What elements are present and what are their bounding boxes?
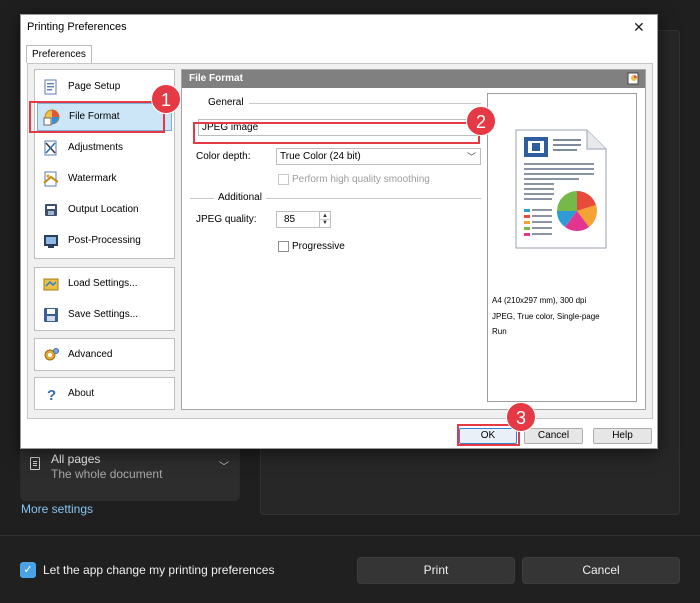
highlight-file-format-select [193, 122, 480, 144]
color-depth-label: Color depth: [196, 151, 251, 162]
output-preview: A4 (210x297 mm), 300 dpi JPEG, True colo… [487, 93, 637, 402]
sidebar-item-label: Advanced [68, 349, 113, 360]
step-badge-2: 2 [466, 106, 496, 136]
chevron-down-icon: ﹀ [219, 462, 229, 473]
post-processing-icon [44, 235, 58, 248]
progressive-label: Progressive [292, 241, 345, 252]
document-preview-icon [515, 129, 607, 249]
panel-header: File Format [182, 70, 645, 88]
let-app-change-checkbox[interactable]: ✓ [20, 562, 36, 578]
sidebar-item-label: About [68, 388, 95, 399]
printing-preferences-dialog: Printing Preferences ✕ Preferences Page … [20, 14, 658, 449]
sidebar-group-about: ? About [34, 377, 175, 410]
cancel-button[interactable]: Cancel [524, 428, 583, 444]
group-additional-label: Additional [218, 192, 262, 203]
tab-preferences[interactable]: Preferences [26, 45, 92, 63]
more-settings-link[interactable]: More settings [21, 502, 93, 516]
load-settings-icon [43, 278, 59, 291]
adjustments-icon [44, 140, 57, 156]
page-setup-icon [44, 79, 57, 95]
sidebar-item-label: Load Settings... [68, 278, 138, 289]
sidebar-item-label: Adjustments [68, 142, 124, 153]
file-format-panel: File Format General JPEG image Color dep… [181, 69, 646, 410]
smoothing-label: Perform high quality smoothing [292, 174, 430, 185]
progressive-checkbox[interactable] [278, 241, 289, 252]
jpeg-quality-value: 85 [284, 214, 296, 225]
sidebar-group-settings: Load Settings... Save Settings... [34, 267, 175, 331]
sidebar-item-save-settings[interactable]: Save Settings... [35, 301, 174, 329]
pages-dropdown-title: All pages [51, 452, 101, 466]
tab-strip: Preferences [21, 43, 657, 63]
group-general-divider [249, 103, 481, 104]
color-depth-value: True Color (24 bit) [280, 151, 361, 162]
watermark-icon [43, 171, 59, 187]
print-button[interactable]: Print [357, 557, 515, 584]
group-general-label: General [208, 97, 244, 108]
preview-run-info: Run [492, 327, 507, 336]
sidebar-item-label: Post-Processing [68, 235, 141, 246]
dialog-title: Printing Preferences [27, 21, 127, 33]
jpeg-quality-label: JPEG quality: [196, 214, 257, 225]
svg-text:?: ? [47, 387, 56, 403]
group-additional-divider-left [190, 198, 214, 199]
sidebar-item-output-location[interactable]: Output Location [35, 196, 174, 224]
file-format-icon [627, 72, 639, 85]
jpeg-quality-stepper[interactable]: 85 ▲ ▼ [276, 211, 331, 228]
chevron-down-icon: ﹀ [467, 152, 477, 162]
preview-paper-info: A4 (210x297 mm), 300 dpi [492, 296, 587, 305]
sidebar-item-label: Save Settings... [68, 309, 139, 320]
save-settings-icon [44, 308, 58, 322]
pages-icon [30, 457, 40, 470]
sidebar-item-post-processing[interactable]: Post-Processing [35, 227, 174, 255]
color-depth-select[interactable]: True Color (24 bit) ﹀ [276, 148, 481, 165]
sidebar-item-advanced[interactable]: Advanced [35, 341, 174, 369]
sidebar-item-label: Page Setup [68, 81, 121, 92]
smoothing-checkbox[interactable] [278, 174, 289, 185]
close-icon[interactable]: ✕ [633, 19, 645, 36]
pages-dropdown-subtitle: The whole document [51, 467, 163, 481]
let-app-change-label: Let the app change my printing preferenc… [43, 563, 275, 577]
panel-title: File Format [189, 73, 243, 84]
output-location-icon [45, 204, 57, 216]
help-button[interactable]: Help [593, 428, 652, 444]
sidebar-item-adjustments[interactable]: Adjustments [35, 134, 174, 162]
sidebar-item-load-settings[interactable]: Load Settings... [35, 270, 174, 298]
advanced-icon [44, 348, 59, 361]
sidebar-group-advanced: Advanced [34, 338, 175, 371]
sidebar-item-about[interactable]: ? About [35, 380, 174, 408]
sidebar-item-label: Watermark [68, 173, 117, 184]
step-badge-1: 1 [151, 84, 181, 114]
step-badge-3: 3 [506, 402, 536, 432]
help-icon: ? [47, 387, 56, 403]
sidebar-item-label: Output Location [68, 204, 139, 215]
group-additional-divider [266, 198, 481, 199]
stepper-down-icon[interactable]: ▼ [319, 219, 330, 227]
highlight-file-format [29, 101, 165, 133]
sidebar-item-watermark[interactable]: Watermark [35, 165, 174, 193]
print-cancel-button[interactable]: Cancel [522, 557, 680, 584]
preview-format-info: JPEG, True color, Single-page [492, 312, 600, 321]
